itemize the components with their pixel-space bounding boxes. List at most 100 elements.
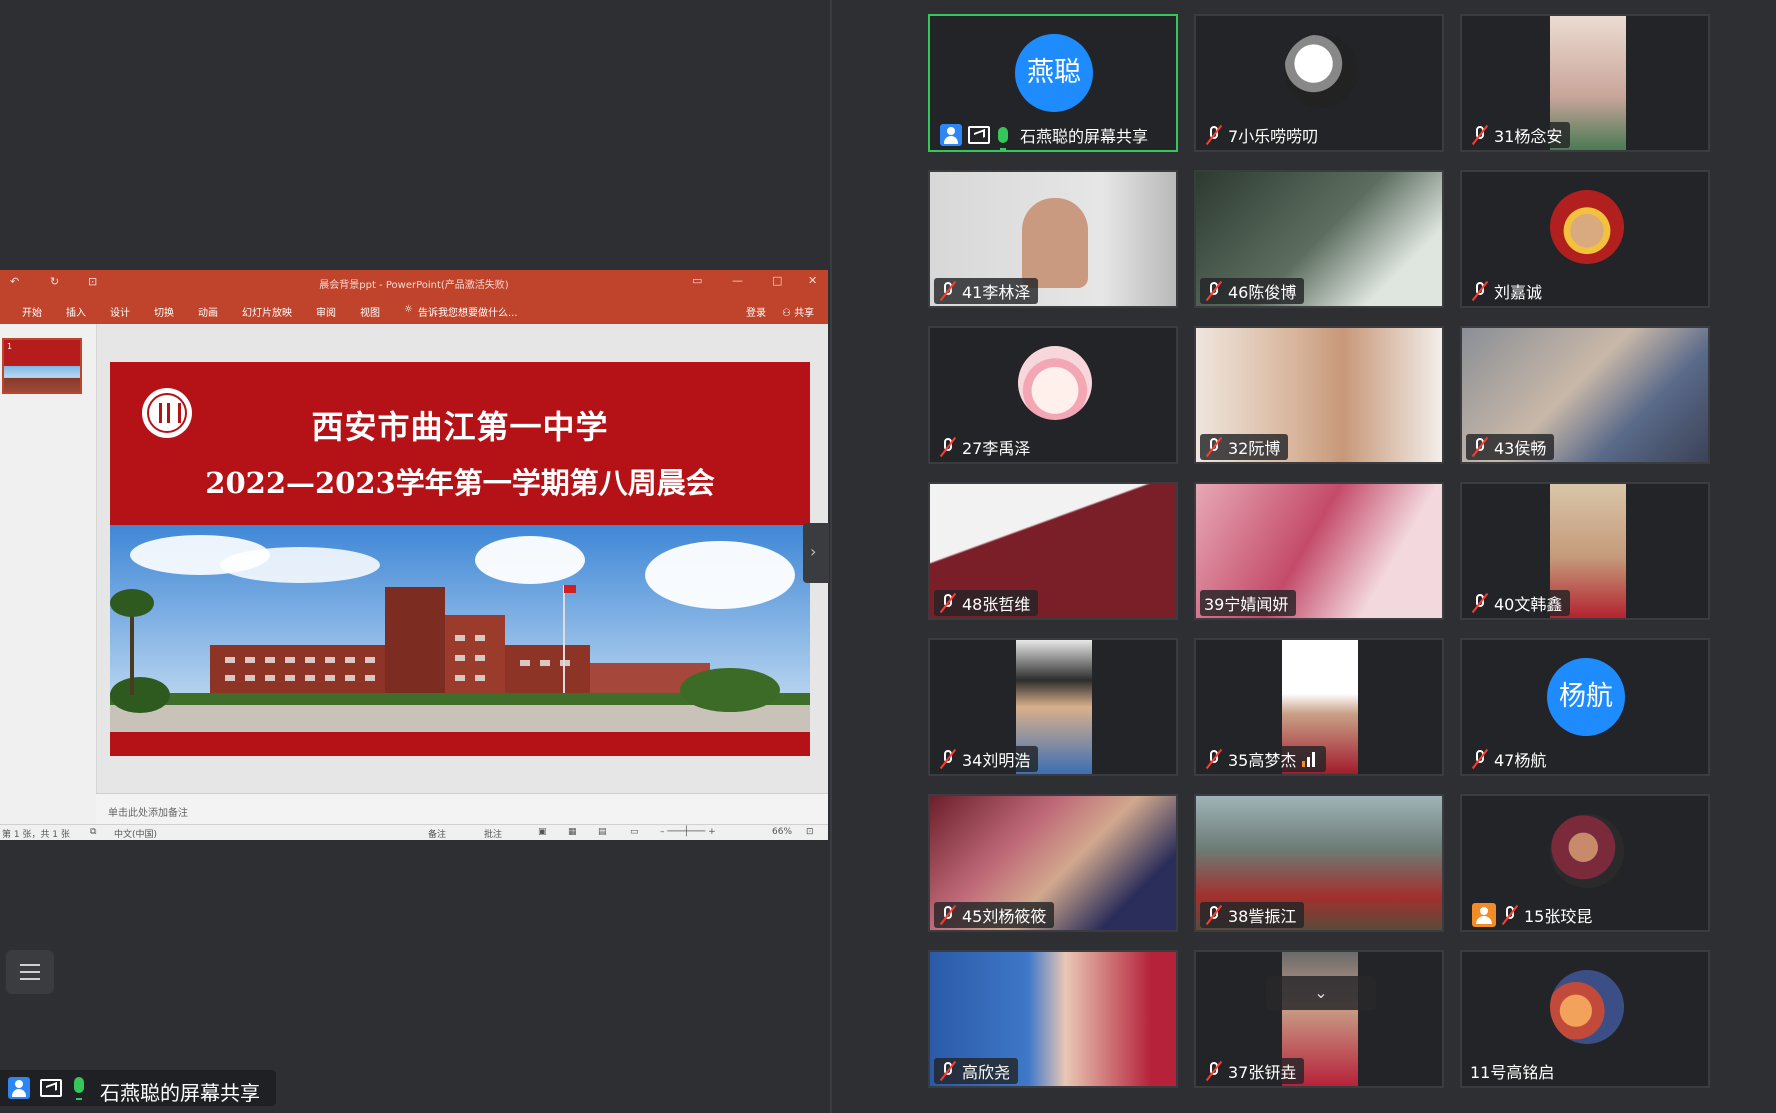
notes-toggle[interactable]: 备注	[428, 827, 446, 840]
mic-muted-icon	[1472, 281, 1488, 301]
reading-view-icon[interactable]: ▤	[598, 827, 607, 837]
thumbnail-photo	[4, 366, 80, 392]
participant-name-bar: 39宁婧闻妍	[1200, 590, 1297, 616]
participant-tile[interactable]: 31杨念安	[1460, 14, 1710, 152]
participant-tile[interactable]: 45刘杨筱筱	[928, 794, 1178, 932]
sign-in-link[interactable]: 登录	[746, 304, 766, 319]
participant-tile[interactable]: 7小乐唠唠叨	[1194, 14, 1444, 152]
participant-name-bar: 35高梦杰	[1200, 746, 1327, 772]
tab-insert[interactable]: 插入	[66, 304, 86, 319]
ppt-status-bar: 第 1 张，共 1 张 ⧉ 中文(中国) 备注 批注 ▣ ▦ ▤ ▭ – ───…	[0, 824, 828, 840]
participant-name: 47杨航	[1494, 751, 1547, 770]
school-building-illustration	[110, 525, 810, 732]
mic-muted-icon	[940, 437, 956, 457]
avatar: 杨航	[1547, 658, 1625, 736]
tab-view[interactable]: 视图	[360, 304, 380, 319]
participant-tile[interactable]: 43侯畅	[1460, 326, 1710, 464]
zoom-level[interactable]: 66%	[772, 827, 792, 837]
participant-face	[1022, 198, 1088, 288]
participant-name: 7小乐唠唠叨	[1228, 127, 1319, 146]
participant-tile[interactable]: ⌄ 37张钘垚	[1194, 950, 1444, 1088]
notes-pane[interactable]: 单击此处添加备注	[96, 793, 828, 824]
participant-name: 34刘明浩	[962, 751, 1031, 770]
participant-name-bar: 32阮博	[1200, 434, 1289, 460]
participant-tile[interactable]: 38訾振江	[1194, 794, 1444, 932]
slide-thumbnail-number: 1	[7, 342, 13, 351]
participant-name-bar: 46陈俊博	[1200, 278, 1305, 304]
menu-button[interactable]	[6, 950, 54, 994]
menu-icon-line	[20, 978, 40, 980]
ribbon-display-icon[interactable]: ▭	[692, 274, 702, 287]
sorter-view-icon[interactable]: ▦	[568, 827, 577, 837]
slide-thumbnail[interactable]: 1	[2, 338, 82, 394]
tab-design[interactable]: 设计	[110, 304, 130, 319]
participant-tile[interactable]: 48张哲维	[928, 482, 1178, 620]
mic-muted-icon	[940, 281, 956, 301]
language-indicator[interactable]: 中文(中国)	[114, 827, 157, 840]
tab-animations[interactable]: 动画	[198, 304, 218, 319]
participant-tile[interactable]: 40文韩鑫	[1460, 482, 1710, 620]
mic-muted-icon	[1472, 593, 1488, 613]
signal-strength-icon	[1302, 751, 1318, 767]
participant-name: 11号高铭启	[1470, 1063, 1555, 1082]
collapse-panel-handle[interactable]: ›	[803, 523, 829, 583]
participant-name-bar: 45刘杨筱筱	[934, 902, 1055, 928]
participant-tile[interactable]: 32阮博	[1194, 326, 1444, 464]
participant-tile[interactable]: 34刘明浩	[928, 638, 1178, 776]
host-icon	[940, 124, 962, 146]
avatar	[1284, 34, 1358, 108]
participant-tile[interactable]: 41李林泽	[928, 170, 1178, 308]
participant-tile[interactable]: 35高梦杰	[1194, 638, 1444, 776]
participant-name-bar: 40文韩鑫	[1466, 590, 1571, 616]
participant-name-bar: 高欣尧	[934, 1058, 1019, 1084]
participant-name: 37张钘垚	[1228, 1063, 1297, 1082]
slide-header-band: 西安市曲江第一中学 2022—2023学年第一学期第八周晨会	[110, 362, 810, 525]
slide-canvas[interactable]: 西安市曲江第一中学 2022—2023学年第一学期第八周晨会	[110, 362, 810, 756]
mic-muted-icon	[1206, 437, 1222, 457]
notes-placeholder: 单击此处添加备注	[108, 808, 188, 819]
screen-share-label: 石燕聪的屏幕共享	[0, 1070, 276, 1106]
participant-tile[interactable]: 15张珓昆	[1460, 794, 1710, 932]
mic-muted-icon	[1472, 437, 1488, 457]
screen-share-icon	[968, 126, 990, 144]
ppt-title-bar: ↶ ↻ ⊡ 晨会背景ppt - PowerPoint(产品激活失败) ▭ — □…	[0, 270, 828, 296]
zoom-slider[interactable]: – ───┼─── +	[660, 827, 716, 837]
avatar	[1018, 346, 1092, 420]
mic-muted-icon	[1206, 281, 1222, 301]
slideshow-view-icon[interactable]: ▭	[630, 827, 639, 837]
minimize-icon[interactable]: —	[732, 274, 743, 287]
share-button[interactable]: ⚇ 共享	[782, 304, 814, 319]
spell-check-icon[interactable]: ⧉	[90, 827, 96, 837]
participant-tile[interactable]: 11号高铭启	[1460, 950, 1710, 1088]
scroll-down-button[interactable]: ⌄	[1266, 976, 1376, 1010]
participant-tile[interactable]: 39宁婧闻妍	[1194, 482, 1444, 620]
participant-name: 48张哲维	[962, 595, 1031, 614]
participant-tile[interactable]: 杨航 47杨航	[1460, 638, 1710, 776]
participant-tile[interactable]: 高欣尧	[928, 950, 1178, 1088]
participant-name-bar: 47杨航	[1466, 746, 1555, 772]
fit-window-icon[interactable]: ⊡	[806, 827, 814, 837]
slide-title: 西安市曲江第一中学	[311, 408, 609, 446]
share-label: 共享	[794, 308, 815, 319]
participant-tile[interactable]: 燕聪 石燕聪的屏幕共享	[928, 14, 1178, 152]
comments-toggle[interactable]: 批注	[484, 827, 502, 840]
tab-home[interactable]: 开始	[22, 304, 42, 319]
tell-me-box[interactable]: 告诉我您想要做什么...	[418, 304, 518, 319]
close-icon[interactable]: ✕	[808, 274, 817, 287]
ppt-workspace: 1 西安市曲江第一中学 2022—2023学年第一学期第八周晨会 单击此处添加备…	[0, 324, 828, 824]
participant-tile[interactable]: 刘嘉诚	[1460, 170, 1710, 308]
participant-name-bar: 38訾振江	[1200, 902, 1305, 928]
participant-name-bar: 37张钘垚	[1200, 1058, 1305, 1084]
normal-view-icon[interactable]: ▣	[538, 827, 547, 837]
tab-transitions[interactable]: 切换	[154, 304, 174, 319]
participant-tile[interactable]: 27李禹泽	[928, 326, 1178, 464]
participant-tile[interactable]: 46陈俊博	[1194, 170, 1444, 308]
mic-muted-icon	[1206, 1061, 1222, 1081]
participant-name: 刘嘉诚	[1494, 283, 1543, 302]
participant-name-bar: 41李林泽	[934, 278, 1039, 304]
tab-review[interactable]: 审阅	[316, 304, 336, 319]
participant-name-bar: 48张哲维	[934, 590, 1039, 616]
maximize-icon[interactable]: □	[772, 274, 782, 287]
avatar: 燕聪	[1015, 34, 1093, 112]
tab-slideshow[interactable]: 幻灯片放映	[242, 304, 292, 319]
